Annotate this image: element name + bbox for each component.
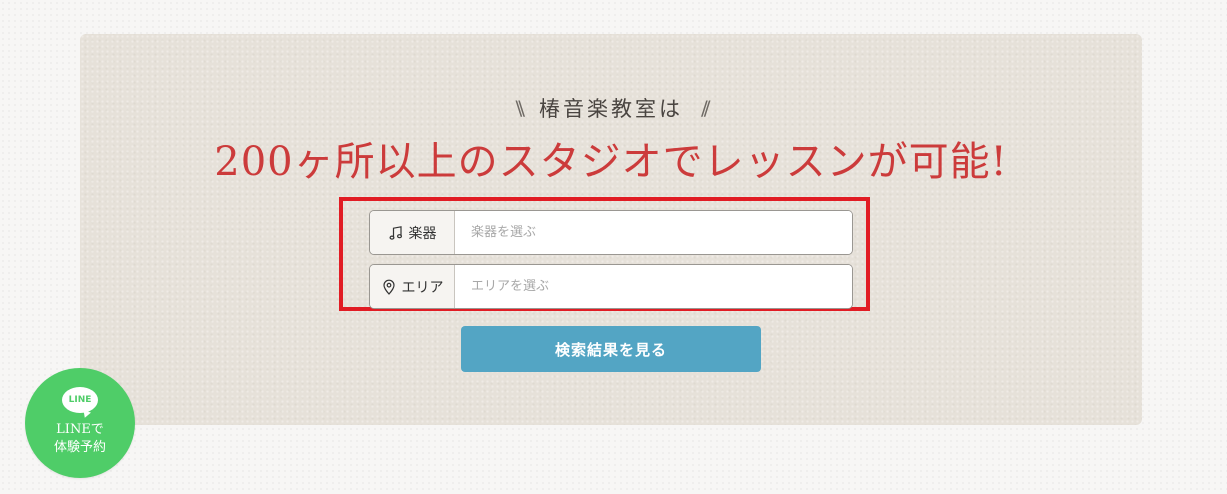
music-note-icon [388, 225, 402, 240]
instrument-input[interactable] [455, 211, 852, 254]
line-badge-text: LINEで 体験予約 [54, 421, 106, 457]
instrument-label: 楽器 [370, 211, 455, 254]
subtitle-right-deco: // [701, 96, 711, 120]
search-panel: \\ 椿音楽教室は // 200ヶ所以上のスタジオでレッスンが可能! 楽器 エリ… [80, 34, 1142, 425]
instrument-field[interactable]: 楽器 [369, 210, 853, 255]
area-label-text: エリア [401, 279, 444, 296]
search-results-button[interactable]: 検索結果を見る [461, 326, 761, 372]
line-reservation-button[interactable]: LINE LINEで 体験予約 [25, 368, 135, 478]
subtitle: 椿音楽教室は [539, 97, 683, 121]
area-label: エリア [370, 265, 455, 308]
line-badge-line2: 体験予約 [53, 440, 106, 455]
line-logo-icon: LINE [62, 387, 98, 413]
area-input[interactable] [455, 265, 852, 308]
area-field[interactable]: エリア [369, 264, 853, 309]
line-badge-line1: LINEで [56, 422, 104, 437]
subtitle-row: \\ 椿音楽教室は // [80, 92, 1142, 124]
instrument-label-text: 楽器 [408, 225, 437, 242]
subtitle-left-deco: \\ [515, 96, 526, 120]
map-pin-icon [382, 279, 395, 295]
headline: 200ヶ所以上のスタジオでレッスンが可能! [214, 139, 1008, 185]
